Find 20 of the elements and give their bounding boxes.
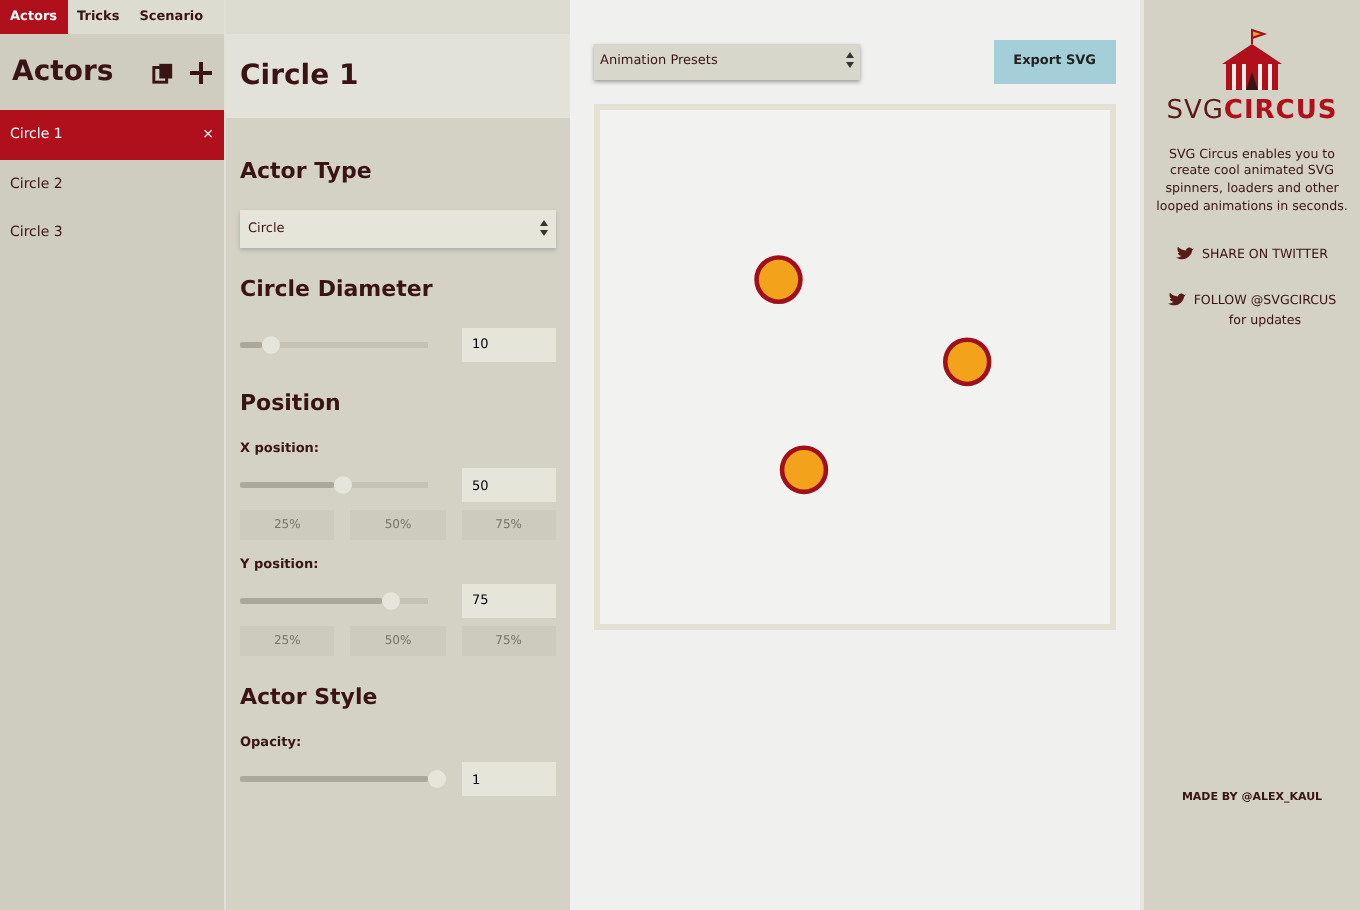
duplicate-icon[interactable]	[152, 61, 174, 83]
slider-thumb[interactable]	[262, 335, 281, 354]
circle-shape	[779, 444, 829, 494]
section-heading: Actor Style	[240, 681, 380, 714]
circle-shape	[754, 254, 803, 304]
logo-text: SVG	[1166, 96, 1224, 126]
circle-shape	[942, 336, 992, 386]
bird-icon	[1167, 292, 1186, 309]
slider-thumb[interactable]	[428, 770, 446, 788]
panel-title: Circle 1	[226, 34, 570, 118]
logo-text: CIRCUS	[1223, 96, 1338, 126]
section-heading: Actor Type	[240, 156, 374, 188]
panel-title: Actors	[12, 53, 114, 91]
add-icon[interactable]	[190, 61, 212, 83]
updown-icon	[540, 219, 548, 235]
bird-icon	[1176, 246, 1195, 263]
slider-thumb[interactable]	[381, 591, 399, 610]
section-heading: Circle Diameter	[240, 274, 435, 307]
updown-icon	[846, 52, 854, 68]
section-heading: Position	[240, 387, 343, 420]
